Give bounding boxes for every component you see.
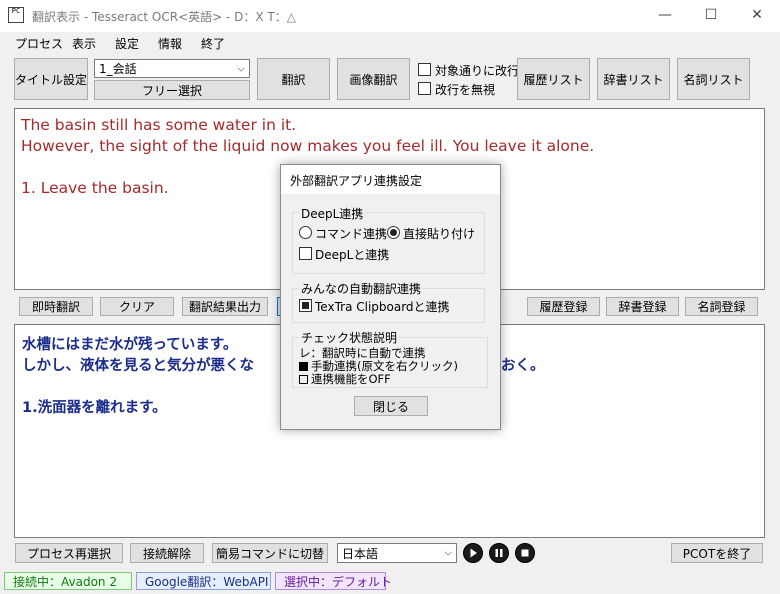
command-link-label: コマンド連携 [315,227,388,241]
translated-line-2: しかし、液体を見ると気分が悪くな [22,358,254,374]
newline-label: 対象通りに改行 [435,64,520,78]
dictionary-register-button[interactable]: 辞書登録 [606,297,679,316]
free-select-button[interactable]: フリー選択 [94,80,250,100]
language-select-value: 日本語 [342,546,379,561]
close-icon[interactable]: ✕ [734,0,780,32]
quit-pcot-button[interactable]: PCOTを終了 [671,543,763,563]
history-list-button[interactable]: 履歴リスト [517,58,590,100]
newline-checkbox[interactable] [418,63,431,76]
command-link-radio[interactable] [299,226,312,239]
deepl-checkbox[interactable] [299,247,312,260]
source-line-2: However, the sight of the liquid now mak… [21,137,595,155]
chevron-down-icon: ⌵ [444,547,452,559]
status-connection: 接続中：Avadon 2 [4,572,132,590]
translated-line-2-tail: おく。 [501,358,545,374]
minna-group-title: みんなの自動翻訳連携 [299,280,424,297]
deepl-checkbox-label: DeepLと連携 [315,248,390,262]
translated-line-1: 水槽にはまだ水が残っています。 [22,337,238,353]
menu-settings[interactable]: 設定 [115,35,139,52]
deepl-group-title: DeepL連携 [299,205,366,222]
menu-exit[interactable]: 終了 [201,35,225,52]
window-title: 翻訳表示 - Tesseract OCR<英語> - D：X T：△ [32,10,296,24]
dialog-close-button[interactable]: 閉じる [354,396,428,416]
status-selected: 選択中：デフォルト [275,572,392,590]
legend-group-title: チェック状態説明 [299,329,400,346]
maximize-icon[interactable]: ☐ [688,0,734,32]
history-register-button[interactable]: 履歴登録 [527,297,600,316]
instant-translate-button[interactable]: 即時翻訳 [19,297,93,316]
title-setting-button[interactable]: タイトル設定 [14,58,88,100]
menu-process[interactable]: プロセス [15,35,63,52]
noun-list-button[interactable]: 名詞リスト [677,58,750,100]
filled-square-icon [299,362,308,371]
chevron-down-icon: ⌵ [237,63,245,74]
translated-line-4: 1.洗面器を離れます。 [22,400,167,416]
textra-checkbox[interactable] [299,299,312,312]
stop-icon[interactable] [515,543,535,563]
source-line-4: 1. Leave the basin. [21,179,169,197]
legend-line-3: 連携機能をOFF [299,371,391,387]
legend-line-3-text: 連携機能をOFF [311,372,391,386]
process-reselect-button[interactable]: プロセス再選択 [15,543,123,563]
scene-select-value: 1_会話 [99,62,137,76]
clear-button[interactable]: クリア [100,297,174,316]
direct-paste-radio[interactable] [387,226,400,239]
dialog-title: 外部翻訳アプリ連携設定 [290,174,423,188]
minimize-icon[interactable]: — [642,0,688,32]
status-google-translate: Google翻訳：WebAPI [136,572,271,590]
output-result-button[interactable]: 翻訳結果出力 [182,297,268,316]
ignore-newline-label: 改行を無視 [435,83,496,97]
pause-icon[interactable] [489,543,509,563]
empty-square-icon [299,375,308,384]
simple-command-button[interactable]: 簡易コマンドに切替 [212,543,328,563]
image-translate-button[interactable]: 画像翻訳 [337,58,410,100]
direct-paste-label: 直接貼り付け [403,227,476,241]
translate-button[interactable]: 翻訳 [257,58,330,100]
ignore-newline-checkbox[interactable] [418,82,431,95]
play-icon[interactable] [463,543,483,563]
menu-info[interactable]: 情報 [158,35,182,52]
menu-view[interactable]: 表示 [72,35,96,52]
dictionary-list-button[interactable]: 辞書リスト [597,58,670,100]
language-select[interactable]: 日本語 ⌵ [337,543,457,563]
external-translate-dialog: 外部翻訳アプリ連携設定 DeepL連携 コマンド連携 直接貼り付け DeepLと… [280,164,501,430]
disconnect-button[interactable]: 接続解除 [130,543,204,563]
noun-register-button[interactable]: 名詞登録 [685,297,758,316]
textra-checkbox-label: TexTra Clipboardと連携 [315,300,450,314]
app-icon: PC [8,7,24,23]
source-line-1: The basin still has some water in it. [21,116,297,134]
scene-select[interactable]: 1_会話 ⌵ [94,59,250,78]
